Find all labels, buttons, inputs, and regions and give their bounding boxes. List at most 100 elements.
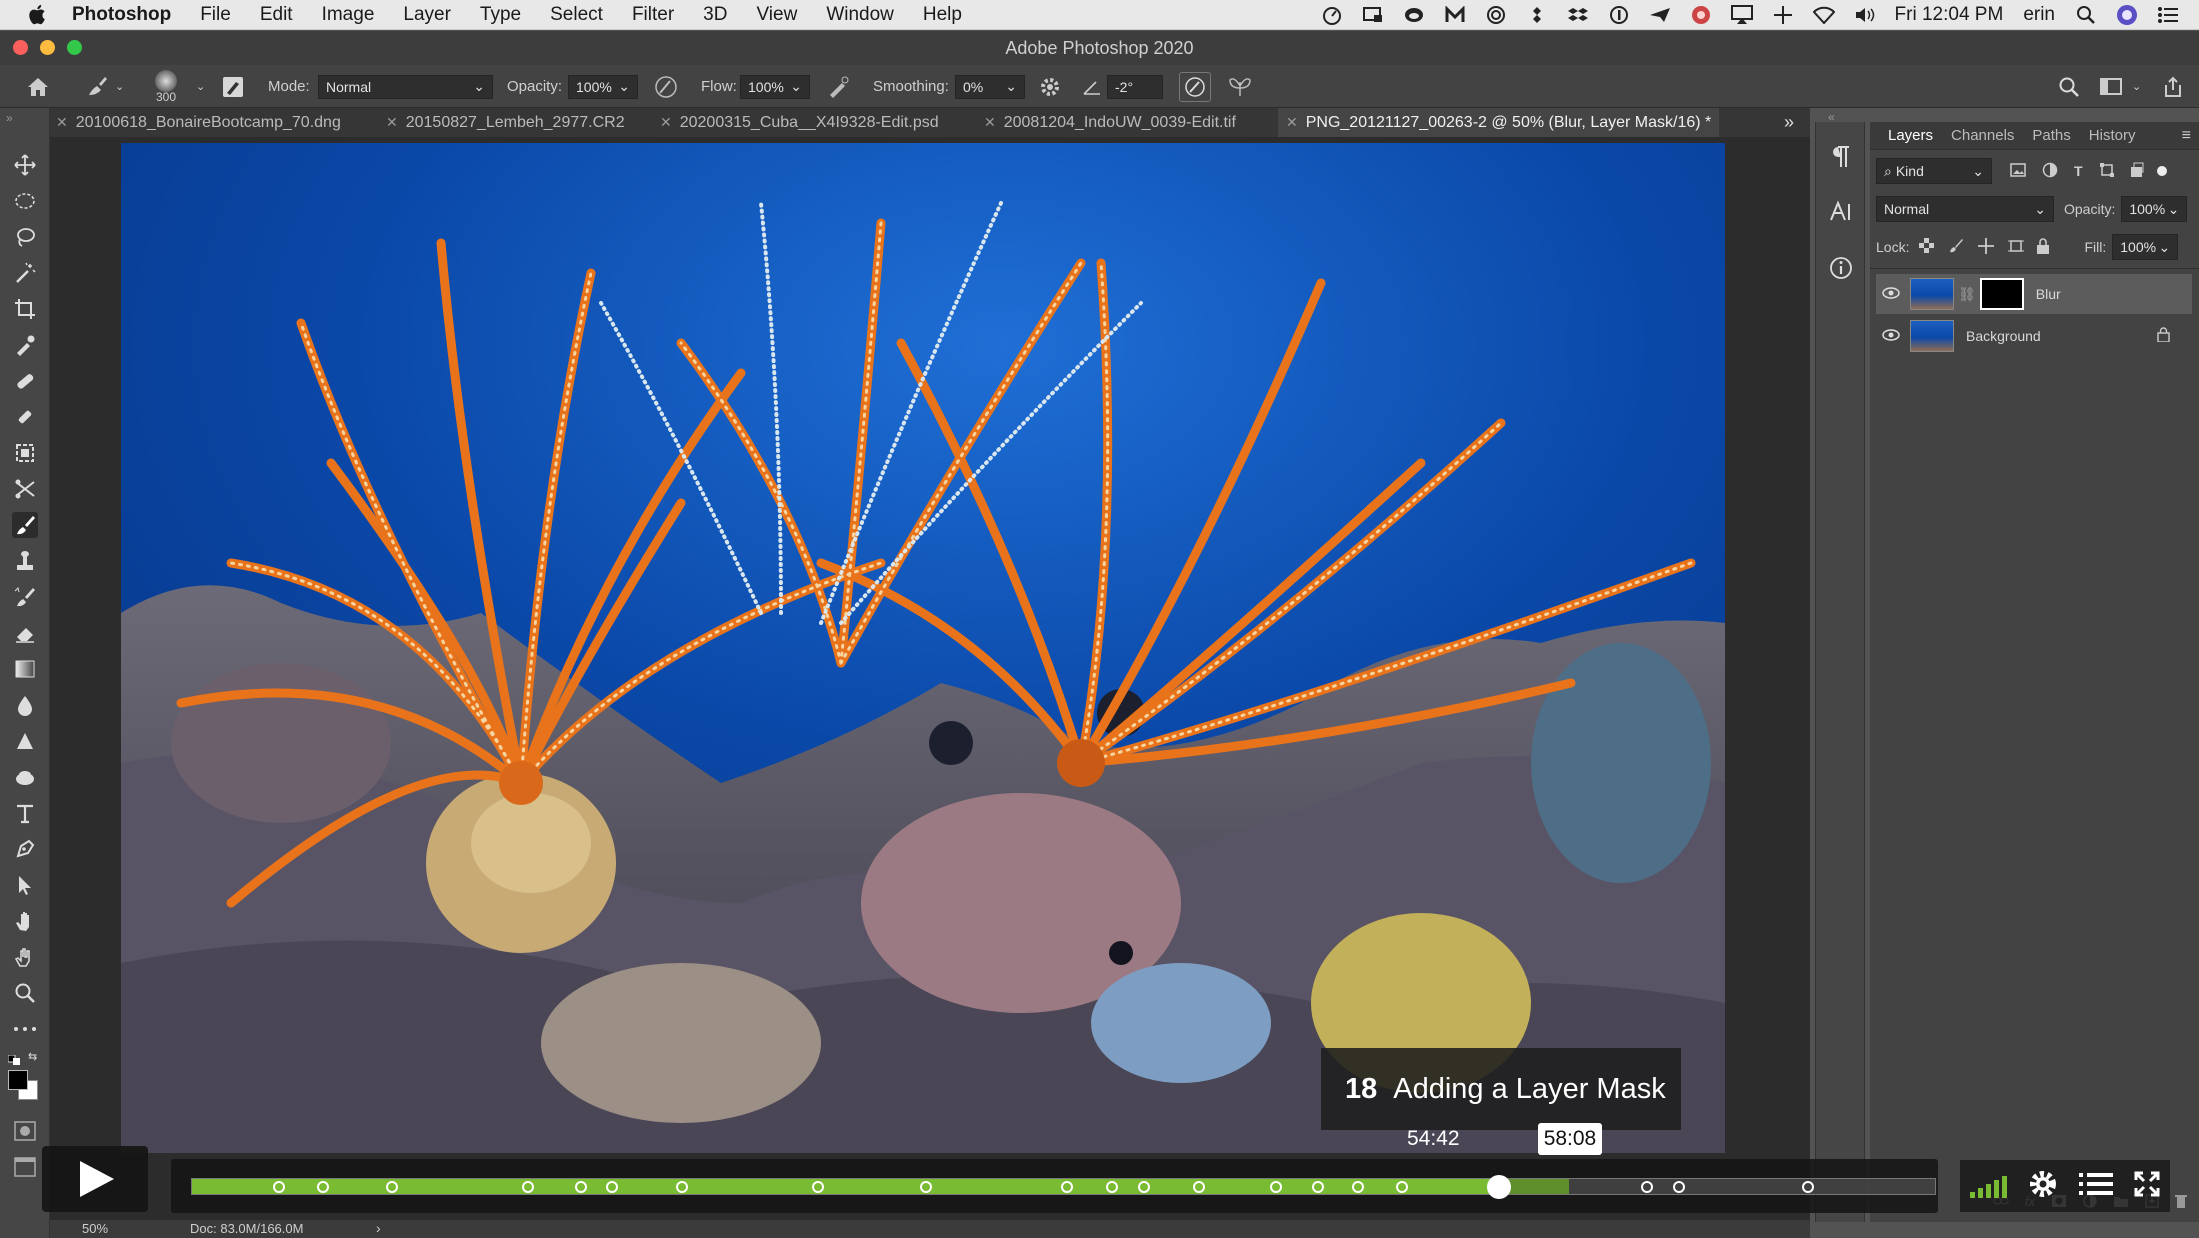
filter-type-icon[interactable]: T: [2074, 163, 2083, 179]
document-tab[interactable]: ✕ 20150827_Lembeh_2977.CR2: [386, 108, 625, 137]
layer-opacity-field[interactable]: 100% ⌄: [2121, 196, 2188, 222]
clock-text[interactable]: Fri 12:04 PM: [1895, 4, 2004, 26]
history-brush-tool-icon[interactable]: [12, 584, 38, 610]
volume-icon[interactable]: [1854, 4, 1876, 26]
chapter-marker[interactable]: [675, 1181, 688, 1193]
gear-icon[interactable]: [1039, 65, 1061, 108]
menu-select[interactable]: Select: [550, 4, 603, 26]
menu-help[interactable]: Help: [923, 4, 962, 26]
menu-type[interactable]: Type: [480, 4, 521, 26]
onepassword-icon[interactable]: [1608, 4, 1630, 26]
layer-name[interactable]: Blur: [2036, 286, 2061, 302]
gradient-tool-icon[interactable]: [12, 656, 38, 682]
document-tab[interactable]: ✕ 20200315_Cuba__X4I9328-Edit.psd: [660, 108, 939, 137]
close-icon[interactable]: ✕: [984, 114, 996, 131]
swap-colors-icon[interactable]: ⇆: [28, 1050, 37, 1063]
speedometer-icon[interactable]: [1321, 4, 1343, 26]
menu-edit[interactable]: Edit: [260, 4, 293, 26]
chapter-marker[interactable]: [574, 1181, 587, 1193]
volume-icon[interactable]: [1970, 1174, 2008, 1198]
blend-mode-select[interactable]: Normal ⌄: [1876, 196, 2054, 222]
window-minimize-button[interactable]: [40, 40, 55, 55]
document-tab-active[interactable]: ✕ PNG_20121127_00263-2 @ 50% (Blur, Layer…: [1278, 108, 1720, 137]
angle-field[interactable]: -2°: [1107, 74, 1163, 99]
chapter-marker[interactable]: [606, 1181, 619, 1193]
visibility-eye-icon[interactable]: [1876, 286, 1906, 302]
collapse-icon[interactable]: «: [1828, 110, 1835, 124]
default-colors-icon[interactable]: [7, 1052, 22, 1065]
chapter-marker[interactable]: [1311, 1181, 1324, 1193]
lock-artboard-icon[interactable]: [2008, 238, 2025, 257]
close-icon[interactable]: ✕: [56, 114, 68, 131]
lock-position-icon[interactable]: [1978, 237, 1995, 257]
filter-toggle-icon[interactable]: [2156, 166, 2167, 176]
creative-cloud-icon[interactable]: [1403, 4, 1425, 26]
screen-mode-icon[interactable]: [12, 1154, 38, 1180]
move-cross-icon[interactable]: [1772, 4, 1794, 26]
blur-tool-icon[interactable]: [12, 692, 38, 718]
layer-row-blur[interactable]: ⛓ Blur: [1876, 274, 2192, 314]
hand-tool-icon[interactable]: [12, 908, 38, 934]
close-icon[interactable]: ✕: [386, 114, 398, 131]
layer-name[interactable]: Background: [1966, 328, 2041, 344]
screen-record-icon[interactable]: [1362, 4, 1384, 26]
chapter-marker[interactable]: [919, 1181, 932, 1193]
marquee-tool-icon[interactable]: [12, 188, 38, 214]
document-tab[interactable]: ✕ 20081204_IndoUW_0039-Edit.tif: [984, 108, 1236, 137]
pen-tool-icon[interactable]: [12, 836, 38, 862]
crop-tool-icon[interactable]: [12, 296, 38, 322]
quick-mask-icon[interactable]: [12, 1118, 38, 1144]
dodge-tool-icon[interactable]: [12, 728, 38, 754]
pressure-size-button[interactable]: [1179, 71, 1211, 102]
opacity-field[interactable]: 100% ⌄: [568, 74, 638, 99]
airmail-icon[interactable]: [1649, 4, 1671, 26]
patch-tool-icon[interactable]: [12, 440, 38, 466]
character-panel-icon[interactable]: [1829, 200, 1853, 229]
filter-kind-select[interactable]: ⌕ Kind ⌄: [1876, 158, 1992, 184]
close-icon[interactable]: ✕: [1286, 114, 1298, 131]
delete-layer-icon[interactable]: [2175, 1194, 2187, 1216]
tab-channels[interactable]: Channels: [1951, 127, 2014, 144]
progress-track[interactable]: [191, 1175, 1936, 1199]
filter-shape-icon[interactable]: [2099, 162, 2115, 181]
clone-stamp-tool-icon[interactable]: [12, 548, 38, 574]
chapter-marker[interactable]: [1060, 1181, 1073, 1193]
flow-field[interactable]: 100% ⌄: [740, 74, 810, 99]
window-close-button[interactable]: [13, 40, 28, 55]
tab-paths[interactable]: Paths: [2032, 127, 2070, 144]
video-progress-bar[interactable]: 54:42 58:08: [171, 1123, 1938, 1213]
chapter-marker[interactable]: [1801, 1181, 1814, 1193]
circle-o-icon[interactable]: [1485, 4, 1507, 26]
magic-wand-tool-icon[interactable]: [12, 260, 38, 286]
type-tool-icon[interactable]: [12, 800, 38, 826]
spotlight-search-icon[interactable]: [2075, 4, 2097, 26]
path-selection-tool-icon[interactable]: [12, 872, 38, 898]
tab-layers[interactable]: Layers: [1888, 127, 1933, 144]
mode-select[interactable]: Normal ⌄: [318, 74, 493, 99]
close-icon[interactable]: ✕: [660, 114, 672, 131]
chapter-marker[interactable]: [1352, 1181, 1365, 1193]
color-swatches[interactable]: [8, 1070, 38, 1100]
smoothing-field[interactable]: 0% ⌄: [955, 74, 1025, 99]
scrub-handle[interactable]: [1487, 1175, 1512, 1199]
brush-tool-icon[interactable]: [12, 512, 38, 538]
menu-file[interactable]: File: [200, 4, 231, 26]
play-button[interactable]: [42, 1146, 148, 1212]
document-tab[interactable]: ✕ 20100618_BonaireBootcamp_70.dng: [56, 108, 341, 137]
lock-all-icon[interactable]: [2036, 237, 2050, 257]
chapter-marker[interactable]: [811, 1181, 824, 1193]
mail-m-icon[interactable]: [1444, 4, 1466, 26]
airbrush-icon[interactable]: [826, 65, 850, 108]
settings-gear-icon[interactable]: [2028, 1169, 2058, 1204]
collapse-icon[interactable]: »: [6, 111, 13, 125]
fullscreen-icon[interactable]: [2134, 1171, 2160, 1202]
info-panel-icon[interactable]: [1829, 256, 1853, 285]
lasso-tool-icon[interactable]: [12, 224, 38, 250]
chevron-down-icon[interactable]: ⌄: [196, 65, 205, 108]
search-icon[interactable]: [2058, 65, 2080, 108]
chain-link-icon[interactable]: ⛓: [1958, 286, 1976, 303]
window-zoom-button[interactable]: [67, 40, 82, 55]
lock-transparent-icon[interactable]: [1919, 238, 1935, 256]
menu-window[interactable]: Window: [826, 4, 894, 26]
zoom-tool-icon[interactable]: [12, 980, 38, 1006]
